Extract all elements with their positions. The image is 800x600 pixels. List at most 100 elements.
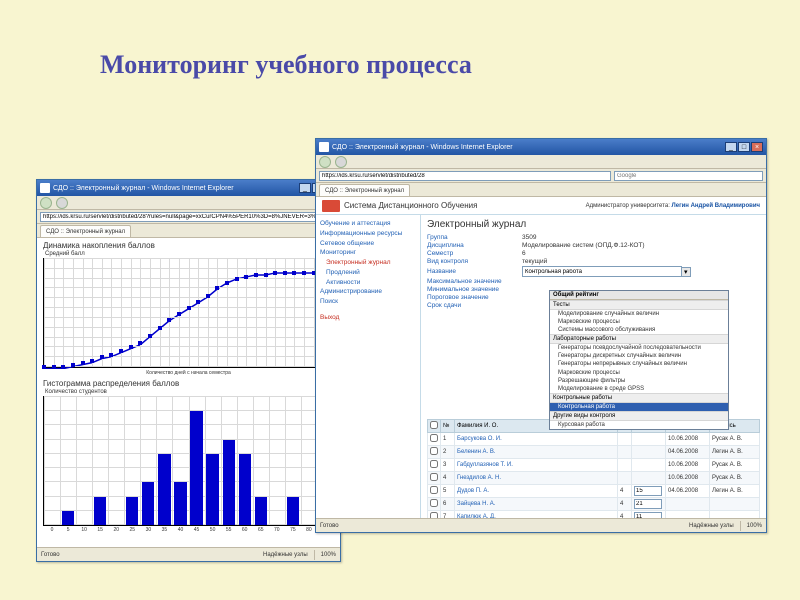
cell-val [618,472,632,485]
search-input[interactable] [614,171,763,181]
cell-fio[interactable]: Капилюк А. Д. [455,511,618,519]
row-check[interactable] [430,499,438,507]
val-disc: Моделирование систем (ОПД.Ф.12-КОТ) [522,242,645,249]
dd-grp-labs: Лабораторные работы [550,334,728,344]
dd-opt[interactable]: Моделирование случайных величин [550,310,728,318]
cell-score [632,472,666,485]
cell-sig: Легин А. В. [710,485,760,498]
bar [174,482,186,525]
lbl-name: Название [427,268,522,275]
cell-no: 1 [441,433,455,446]
dd-header[interactable]: Общий рейтинг [550,291,728,300]
th-no[interactable]: № [441,420,455,433]
bar [239,454,251,525]
sdo-logo-icon [322,200,340,212]
chevron-down-icon[interactable]: ▾ [681,267,691,277]
dd-opt[interactable]: Моделирование в среде GPSS [550,385,728,393]
dd-opt[interactable]: Курсовая работа [550,421,728,429]
side-journal[interactable]: Электронный журнал [320,258,416,268]
side-activity[interactable]: Активности [320,278,416,288]
inp-name[interactable] [522,266,682,277]
table-row: 6Зайцева Н. А.4 [428,498,760,511]
side-exit[interactable]: Выход [320,313,416,323]
cell-score [632,459,666,472]
dd-opt-selected[interactable]: Контрольная работа [550,403,728,411]
tab-active[interactable]: СДО :: Электронный журнал [319,184,410,196]
score-input[interactable] [634,499,662,509]
maximize-button[interactable]: □ [738,142,750,152]
score-input[interactable] [634,486,662,496]
side-prolong[interactable]: Продлений [320,268,416,278]
lbl-group: Группа [427,234,522,241]
status-ready: Готово [320,523,339,529]
sdo-system-name: Система Дистанционного Обучения [344,201,477,210]
row-check[interactable] [430,473,438,481]
tab-active[interactable]: СДО :: Электронный журнал [40,225,131,237]
val-group: 3509 [522,234,536,241]
url-input[interactable] [40,212,337,222]
cell-fio[interactable]: Дудов П. А. [455,485,618,498]
row-check[interactable] [430,447,438,455]
nav-toolbar [316,155,766,169]
bar [223,440,235,525]
forward-button[interactable] [335,156,347,168]
sdo-sidebar: Обучение и аттестация Информационные рес… [316,215,421,518]
forward-button[interactable] [56,197,68,209]
chart1-title: Динамика накопления баллов [37,238,340,251]
dd-opt[interactable]: Генераторы дискретных случайных величин [550,352,728,360]
cell-val [618,433,632,446]
window-title: СДО :: Электронный журнал - Windows Inte… [53,185,234,192]
cell-val: 4 [618,511,632,519]
cell-sig: Русак А. В. [710,433,760,446]
side-network[interactable]: Сетевое общение [320,239,416,249]
back-button[interactable] [40,197,52,209]
dd-opt[interactable]: Генераторы непрерывных случайных величин [550,360,728,368]
cell-date [666,498,710,511]
row-check[interactable] [430,434,438,442]
cell-fio[interactable]: Гнездилов А. Н. [455,472,618,485]
url-input[interactable] [319,171,611,181]
cell-fio[interactable]: Беленин А. В. [455,446,618,459]
dd-opt[interactable]: Системы массового обслуживания [550,326,728,334]
browser-window-journal: СДО :: Электронный журнал - Windows Inte… [315,138,767,533]
cell-no: 5 [441,485,455,498]
titlebar[interactable]: СДО :: Электронный журнал - Windows Inte… [316,139,766,155]
val-sem: 6 [522,250,526,257]
dd-opt[interactable]: Разрешающие фильтры [550,377,728,385]
side-search[interactable]: Поиск [320,297,416,307]
side-monitoring[interactable]: Мониторинг [320,248,416,258]
cell-fio[interactable]: Зайцева Н. А. [455,498,618,511]
row-check[interactable] [430,460,438,468]
cell-val [618,446,632,459]
cell-score [632,511,666,519]
control-type-dropdown[interactable]: Общий рейтинг Тесты Моделирование случай… [549,290,729,430]
side-admin[interactable]: Администрирование [320,287,416,297]
titlebar[interactable]: СДО :: Электронный журнал - Windows Inte… [37,180,340,196]
cell-no: 6 [441,498,455,511]
select-all[interactable] [430,421,438,429]
minimize-button[interactable]: _ [725,142,737,152]
cell-score [632,446,666,459]
sdo-header: Система Дистанционного Обучения Админист… [316,197,766,215]
table-row: 1Барсукова О. И.10.06.2008Русак А. В. [428,433,760,446]
side-resources[interactable]: Информационные ресурсы [320,229,416,239]
dd-opt[interactable]: Марковские процессы [550,369,728,377]
back-button[interactable] [319,156,331,168]
minimize-button[interactable]: _ [299,183,311,193]
cell-no: 7 [441,511,455,519]
cell-fio[interactable]: Барсукова О. И. [455,433,618,446]
dd-grp-tests: Тесты [550,300,728,310]
dd-opt[interactable]: Генераторы псевдослучайной последователь… [550,344,728,352]
cell-sig: Русак А. В. [710,459,760,472]
close-button[interactable]: × [751,142,763,152]
cell-fio[interactable]: Габдуллазянов Т. И. [455,459,618,472]
cell-score [632,498,666,511]
row-check[interactable] [430,486,438,494]
bar [190,411,202,525]
chart2-ylabel: Количество студентов [37,389,340,396]
dd-opt[interactable]: Марковские процессы [550,318,728,326]
cell-no: 2 [441,446,455,459]
bar [287,497,299,525]
sdo-app: Система Дистанционного Обучения Админист… [316,197,766,518]
side-learning[interactable]: Обучение и аттестация [320,219,416,229]
